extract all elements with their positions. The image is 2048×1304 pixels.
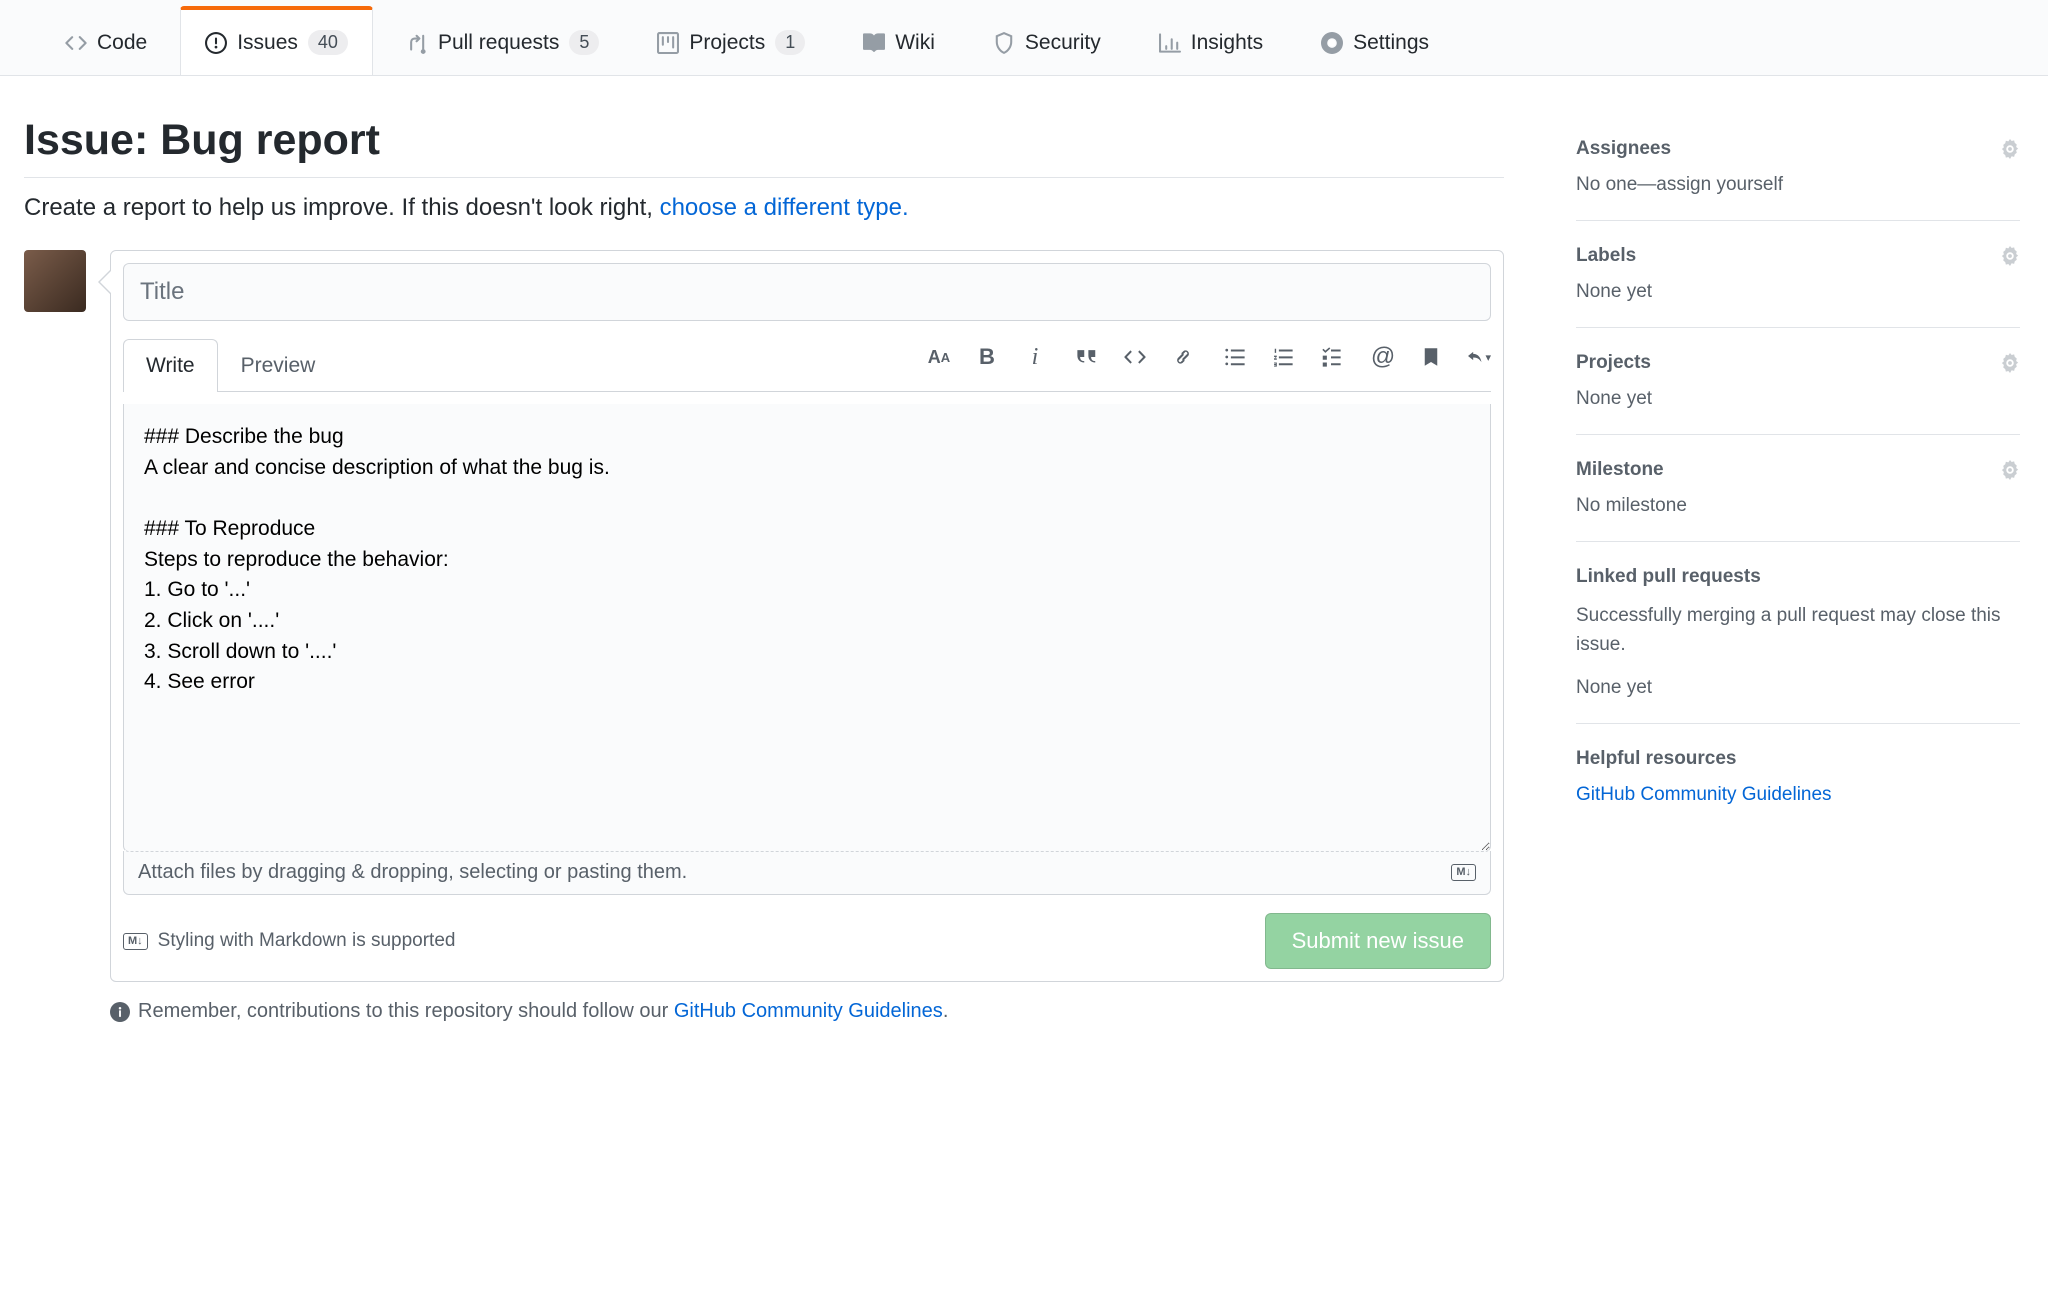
heading-icon[interactable]: AA — [927, 345, 951, 369]
assignees-body[interactable]: No one—assign yourself — [1576, 174, 2020, 196]
gear-icon[interactable] — [2000, 139, 2020, 159]
linkedpr-title: Linked pull requests — [1576, 566, 1761, 588]
sidebar-assignees: Assignees No one—assign yourself — [1576, 138, 2020, 221]
code-icon[interactable] — [1123, 345, 1147, 369]
ordered-list-icon[interactable] — [1271, 345, 1295, 369]
tab-wiki[interactable]: Wiki — [838, 8, 960, 75]
community-guidelines-link[interactable]: GitHub Community Guidelines — [674, 1000, 943, 1022]
tab-code[interactable]: Code — [40, 8, 172, 75]
shield-icon — [993, 32, 1015, 54]
linkedpr-desc: Successfully merging a pull request may … — [1576, 602, 2020, 659]
tab-label: Settings — [1353, 31, 1429, 55]
sidebar-labels: Labels None yet — [1576, 245, 2020, 328]
graph-icon — [1159, 32, 1181, 54]
unordered-list-icon[interactable] — [1223, 345, 1247, 369]
write-tab[interactable]: Write — [123, 339, 218, 392]
sidebar-projects: Projects None yet — [1576, 352, 2020, 435]
page-title: Issue: Bug report — [24, 116, 1504, 178]
labels-title: Labels — [1576, 245, 1636, 267]
issues-count: 40 — [308, 30, 348, 55]
preview-tab[interactable]: Preview — [218, 339, 339, 392]
tab-label: Code — [97, 31, 147, 55]
linkedpr-body: None yet — [1576, 677, 2020, 699]
labels-body: None yet — [1576, 281, 2020, 303]
gear-icon[interactable] — [2000, 246, 2020, 266]
mention-icon[interactable]: @ — [1371, 345, 1395, 369]
tab-insights[interactable]: Insights — [1134, 8, 1288, 75]
attach-files-dropzone[interactable]: Attach files by dragging & dropping, sel… — [123, 851, 1491, 895]
issue-opened-icon — [205, 32, 227, 54]
sidebar-linked-pr: Linked pull requests Successfully mergin… — [1576, 566, 2020, 724]
tab-label: Wiki — [895, 31, 935, 55]
community-guidelines-link[interactable]: GitHub Community Guidelines — [1576, 784, 1832, 805]
gear-icon[interactable] — [2000, 460, 2020, 480]
markdown-icon: M↓ — [123, 933, 148, 950]
page-subtitle: Create a report to help us improve. If t… — [24, 194, 1504, 222]
repo-tabnav: Code Issues 40 Pull requests 5 Projects … — [0, 6, 2048, 76]
bold-icon[interactable]: B — [975, 345, 999, 369]
link-icon[interactable] — [1171, 345, 1195, 369]
gear-icon — [1321, 32, 1343, 54]
tab-label: Insights — [1191, 31, 1263, 55]
book-icon — [863, 32, 885, 54]
assignees-title: Assignees — [1576, 138, 1671, 160]
issue-title-input[interactable] — [123, 263, 1491, 321]
pr-count: 5 — [569, 30, 599, 55]
tab-security[interactable]: Security — [968, 8, 1126, 75]
milestone-title: Milestone — [1576, 459, 1664, 481]
sidebar-milestone: Milestone No milestone — [1576, 459, 2020, 542]
issue-editor: Write Preview AA B i — [110, 250, 1504, 982]
gear-icon[interactable] — [2000, 353, 2020, 373]
sidebar: Assignees No one—assign yourself Labels … — [1576, 116, 2020, 1023]
tab-label: Issues — [237, 31, 298, 55]
task-list-icon[interactable] — [1319, 345, 1343, 369]
helpful-title: Helpful resources — [1576, 748, 1737, 770]
tab-settings[interactable]: Settings — [1296, 8, 1454, 75]
choose-different-type-link[interactable]: choose a different type. — [660, 194, 909, 221]
md-toolbar: AA B i — [927, 345, 1491, 369]
italic-icon[interactable]: i — [1023, 345, 1047, 369]
projects-body: None yet — [1576, 388, 2020, 410]
tab-issues[interactable]: Issues 40 — [180, 6, 373, 75]
contributing-note: Remember, contributions to this reposito… — [110, 1000, 1504, 1023]
tab-label: Pull requests — [438, 31, 559, 55]
git-pull-request-icon — [406, 32, 428, 54]
reply-icon[interactable]: ▾ — [1467, 345, 1491, 369]
sidebar-helpful: Helpful resources GitHub Community Guide… — [1576, 748, 2020, 806]
markdown-icon: M↓ — [1451, 864, 1476, 881]
quote-icon[interactable] — [1075, 345, 1099, 369]
tab-projects[interactable]: Projects 1 — [632, 7, 830, 75]
markdown-supported[interactable]: M↓ Styling with Markdown is supported — [123, 930, 455, 952]
code-icon — [65, 32, 87, 54]
tab-label: Security — [1025, 31, 1101, 55]
milestone-body: No milestone — [1576, 495, 2020, 517]
submit-new-issue-button[interactable]: Submit new issue — [1265, 913, 1491, 969]
tab-pullrequests[interactable]: Pull requests 5 — [381, 7, 624, 75]
main-content: Issue: Bug report Create a report to hel… — [24, 116, 1504, 1023]
saved-reply-icon[interactable] — [1419, 345, 1443, 369]
issue-body-textarea[interactable] — [123, 404, 1491, 852]
projects-count: 1 — [775, 30, 805, 55]
projects-title: Projects — [1576, 352, 1651, 374]
project-icon — [657, 32, 679, 54]
info-icon — [110, 1002, 130, 1022]
tab-label: Projects — [689, 31, 765, 55]
avatar[interactable] — [24, 250, 86, 312]
